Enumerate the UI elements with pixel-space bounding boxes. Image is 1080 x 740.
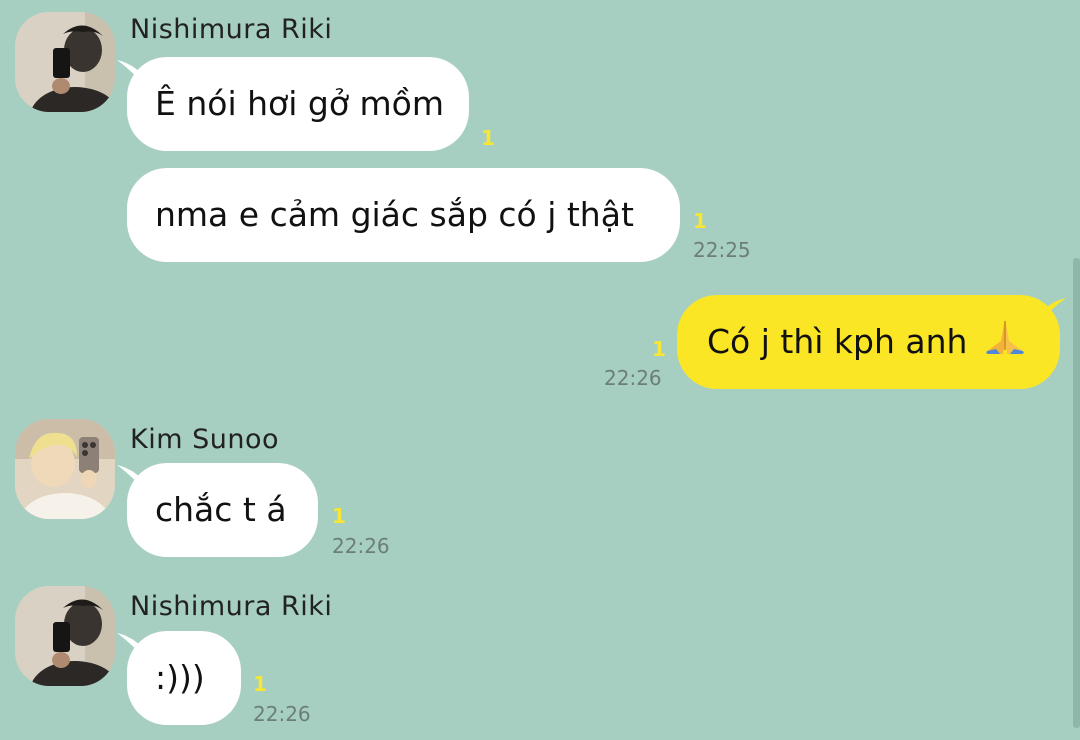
avatar-nishimura-riki[interactable] [15, 12, 115, 112]
unread-count: 1 [693, 209, 707, 233]
unread-count: 1 [481, 126, 495, 150]
unread-count: 1 [652, 337, 666, 361]
unread-count: 1 [332, 504, 346, 528]
bubble-tail [1036, 298, 1066, 326]
chat-area[interactable]: Nishimura Riki Ê nói hơi gở mồm 1 nma e … [0, 0, 1080, 740]
avatar-kim-sunoo[interactable] [15, 419, 115, 519]
avatar-nishimura-riki[interactable] [15, 586, 115, 686]
scrollbar[interactable] [1073, 258, 1080, 728]
sender-name: Nishimura Riki [130, 14, 333, 45]
message-time: 22:26 [332, 534, 390, 558]
message-time: 22:26 [253, 702, 311, 726]
message-text: Có j thì kph anh [707, 322, 968, 361]
sender-name: Nishimura Riki [130, 591, 333, 622]
message-time: 22:26 [604, 366, 662, 390]
message-bubble[interactable]: Ê nói hơi gở mồm [127, 57, 469, 151]
message-time: 22:25 [693, 238, 751, 262]
sender-name: Kim Sunoo [130, 424, 279, 455]
folded-hands-icon [984, 297, 1026, 391]
message-bubble[interactable]: :))) [127, 631, 241, 725]
message-bubble[interactable]: nma e cảm giác sắp có j thật [127, 168, 680, 262]
message-bubble[interactable]: chắc t á [127, 463, 318, 557]
unread-count: 1 [253, 672, 267, 696]
message-bubble-outgoing[interactable]: Có j thì kph anh [677, 295, 1060, 389]
